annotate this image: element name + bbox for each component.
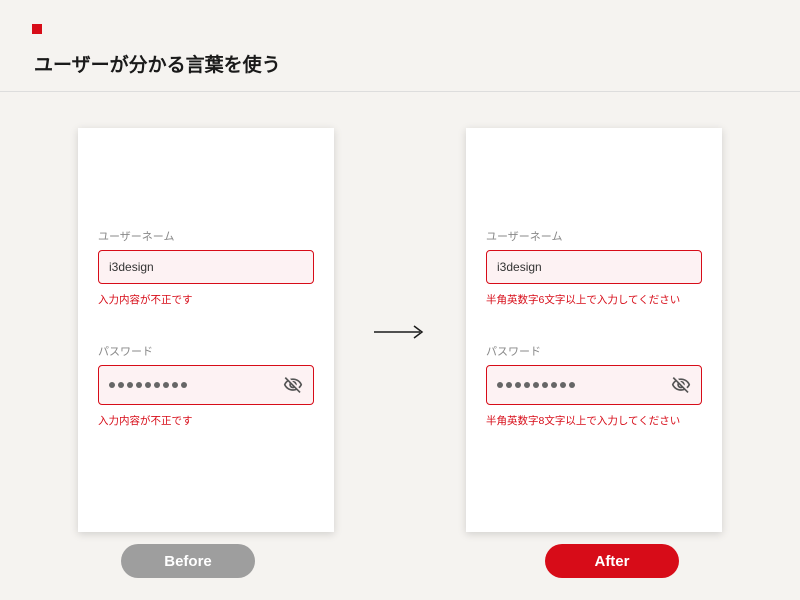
password-field-group: パスワード 入力内容が不正です xyxy=(98,343,314,428)
password-label: パスワード xyxy=(98,343,314,359)
page-title: ユーザーが分かる言葉を使う xyxy=(34,50,768,77)
username-field-group: ユーザーネーム i3design 半角英数字6文字以上で入力してください xyxy=(486,228,702,307)
header-accent-marker xyxy=(32,24,42,34)
before-card: ユーザーネーム i3design 入力内容が不正です パスワード 入力内容が不正… xyxy=(78,128,334,532)
username-label: ユーザーネーム xyxy=(486,228,702,244)
password-label: パスワード xyxy=(486,343,702,359)
password-error: 入力内容が不正です xyxy=(98,413,314,428)
password-dots xyxy=(497,382,575,388)
after-card: ユーザーネーム i3design 半角英数字6文字以上で入力してください パスワ… xyxy=(466,128,722,532)
username-label: ユーザーネーム xyxy=(98,228,314,244)
username-error: 入力内容が不正です xyxy=(98,292,314,307)
password-input[interactable] xyxy=(98,365,314,405)
arrow-icon xyxy=(374,315,426,346)
username-error: 半角英数字6文字以上で入力してください xyxy=(486,292,702,307)
password-dots xyxy=(109,382,187,388)
username-input[interactable]: i3design xyxy=(98,250,314,284)
password-input[interactable] xyxy=(486,365,702,405)
comparison-content: ユーザーネーム i3design 入力内容が不正です パスワード 入力内容が不正… xyxy=(0,92,800,532)
username-value: i3design xyxy=(497,260,542,274)
after-badge: After xyxy=(545,544,679,578)
eye-off-icon[interactable] xyxy=(283,375,303,395)
password-field-group: パスワード 半角英数字8文字以上で入力してください xyxy=(486,343,702,428)
header: ユーザーが分かる言葉を使う xyxy=(0,0,800,92)
username-value: i3design xyxy=(109,260,154,274)
username-field-group: ユーザーネーム i3design 入力内容が不正です xyxy=(98,228,314,307)
eye-off-icon[interactable] xyxy=(671,375,691,395)
username-input[interactable]: i3design xyxy=(486,250,702,284)
badges-row: Before After xyxy=(0,532,800,578)
password-error: 半角英数字8文字以上で入力してください xyxy=(486,413,702,428)
before-badge: Before xyxy=(121,544,255,578)
